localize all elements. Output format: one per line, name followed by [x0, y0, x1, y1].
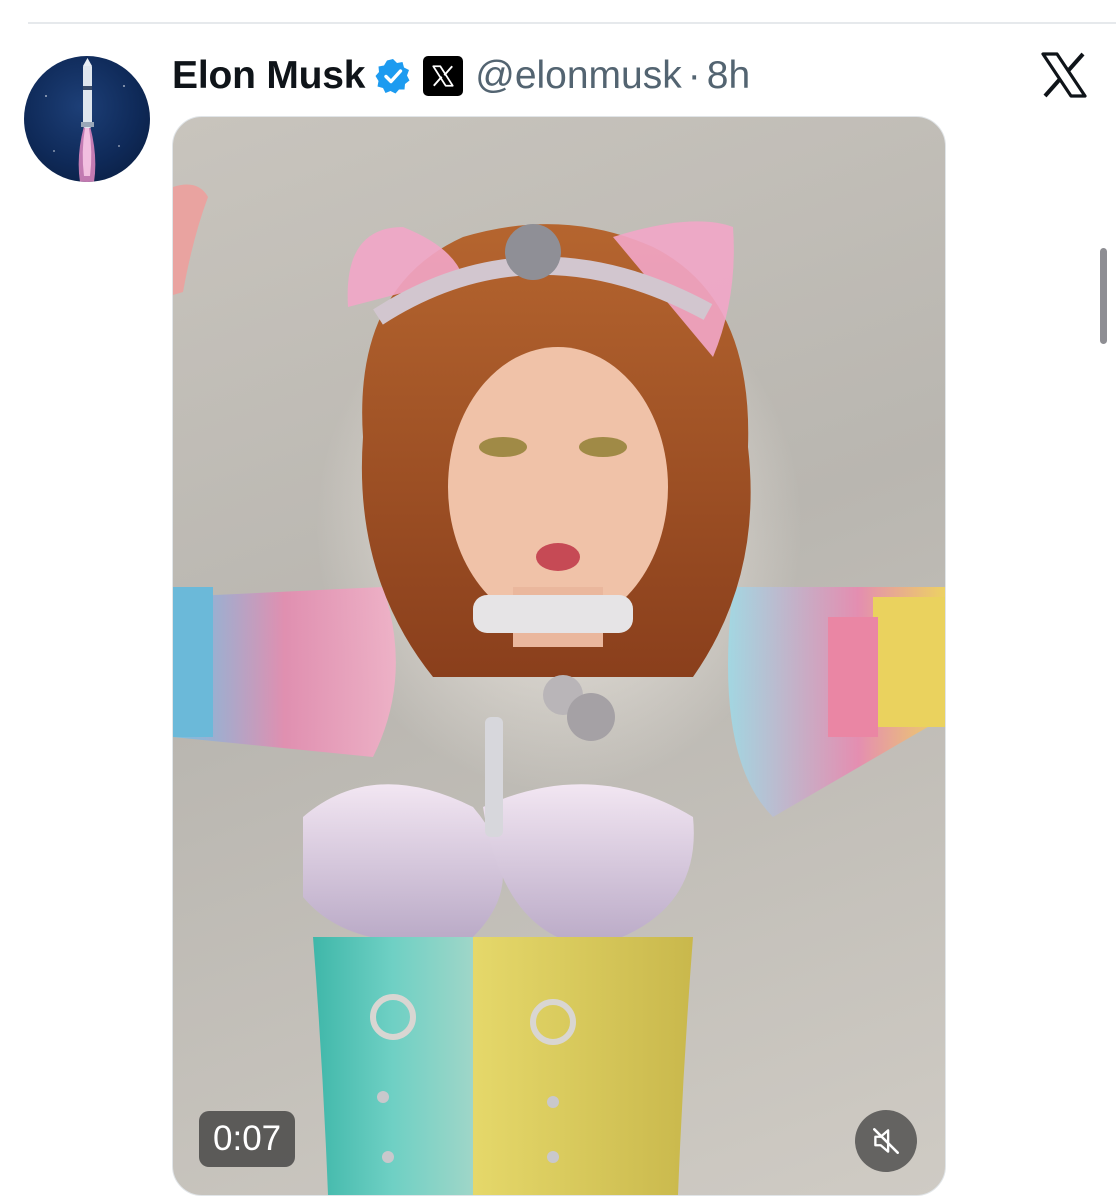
scrollbar[interactable] — [1100, 248, 1107, 344]
verified-badge-icon[interactable] — [375, 58, 411, 94]
video-player[interactable]: 0:07 — [172, 116, 946, 1196]
mute-button[interactable] — [855, 1110, 917, 1172]
tweet-header: Elon Musk @elonmusk · 8h — [172, 54, 750, 98]
x-logo-icon[interactable] — [1040, 52, 1088, 98]
video-duration: 0:07 — [199, 1111, 296, 1167]
affiliate-x-logo-icon[interactable] — [423, 56, 464, 96]
author-handle[interactable]: @elonmusk — [475, 54, 682, 98]
post-time[interactable]: 8h — [707, 54, 750, 98]
rocket-avatar-icon — [45, 58, 125, 182]
avatar[interactable] — [24, 56, 150, 182]
mute-icon — [873, 1128, 899, 1154]
separator-dot: · — [687, 54, 701, 97]
video-frame — [173, 184, 945, 1195]
top-divider — [28, 22, 1116, 24]
author-name[interactable]: Elon Musk — [172, 54, 365, 98]
